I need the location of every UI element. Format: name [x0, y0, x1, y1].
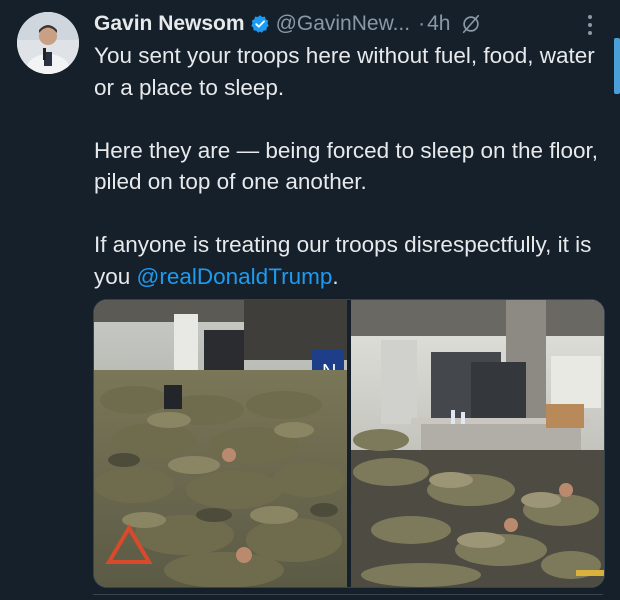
media-grid: N: [93, 299, 605, 588]
grok-icon[interactable]: [460, 13, 482, 35]
scrollbar-thumb[interactable]: [614, 38, 620, 94]
more-options-icon[interactable]: [578, 12, 602, 38]
separator-dot: ·: [418, 12, 426, 35]
tweet-paragraph-3: If anyone is treating our troops disresp…: [94, 229, 604, 292]
photo-2[interactable]: [351, 300, 604, 587]
tweet-paragraph-1: You sent your troops here without fuel, …: [94, 43, 595, 100]
mention-link[interactable]: @realDonaldTrump: [137, 264, 333, 289]
author-handle[interactable]: @GavinNew...: [276, 12, 411, 36]
verified-badge-icon: [250, 14, 270, 34]
divider: [93, 594, 603, 595]
photo-1[interactable]: N: [94, 300, 347, 587]
author-avatar[interactable]: [17, 12, 79, 74]
author-name[interactable]: Gavin Newsom: [94, 12, 245, 36]
tweet-paragraph-3-end: .: [332, 263, 339, 289]
tweet-text: You sent your troops here without fuel, …: [94, 40, 604, 292]
timestamp[interactable]: 4h: [427, 12, 450, 36]
tweet-paragraph-2: Here they are — being forced to sleep on…: [94, 137, 599, 195]
tweet-header: Gavin Newsom @GavinNew... · 4h: [94, 8, 482, 40]
